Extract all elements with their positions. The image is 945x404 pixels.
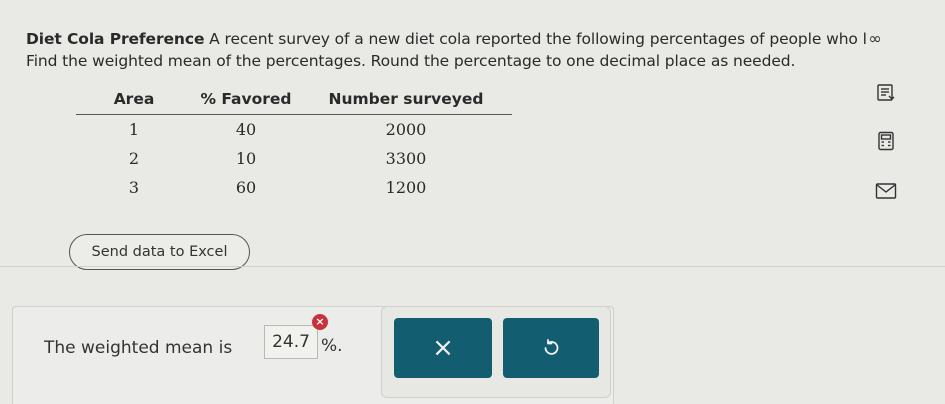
column-header-surveyed: Number surveyed [300,88,512,115]
table-row: 3 60 1200 [76,173,512,202]
answer-input[interactable] [264,325,318,359]
table-header-row: Area % Favored Number surveyed [76,88,512,115]
problem-instruction: Find the weighted mean of the percentage… [26,52,796,70]
cell-area: 2 [128,149,140,168]
cell-favored: 40 [235,120,257,139]
calculator-icon[interactable] [874,130,898,152]
table-row: 1 40 2000 [76,115,512,145]
data-table: Area % Favored Number surveyed 1 40 2000… [76,88,512,202]
undo-button[interactable] [503,318,599,378]
cell-area: 1 [128,120,140,139]
close-icon: × [432,333,454,363]
problem-title: Diet Cola Preference [26,30,205,48]
table-row: 2 10 3300 [76,144,512,173]
message-icon[interactable] [874,180,898,202]
more-info-icon[interactable]: ∞ [864,31,886,47]
answer-prefix: The weighted mean is [44,338,233,358]
problem-statement: Diet Cola Preference A recent survey of … [26,28,926,72]
cell-surveyed: 1200 [385,178,427,197]
error-icon: × [312,314,328,330]
problem-text: A recent survey of a new diet cola repor… [204,30,867,48]
answer-suffix: %. [321,336,343,356]
clear-button[interactable]: × [394,318,492,378]
send-to-excel-button[interactable]: Send data to Excel [69,234,250,270]
column-header-favored: % Favored [192,88,300,115]
cell-area: 3 [128,178,140,197]
section-divider [0,266,945,267]
cell-surveyed: 3300 [385,149,427,168]
cell-surveyed: 2000 [385,120,427,139]
column-header-area: Area [76,88,192,115]
cell-favored: 60 [235,178,257,197]
problem-line-1: Diet Cola Preference A recent survey of … [26,28,926,50]
list-icon[interactable] [874,82,898,104]
undo-icon [544,339,559,355]
cell-favored: 10 [235,149,257,168]
